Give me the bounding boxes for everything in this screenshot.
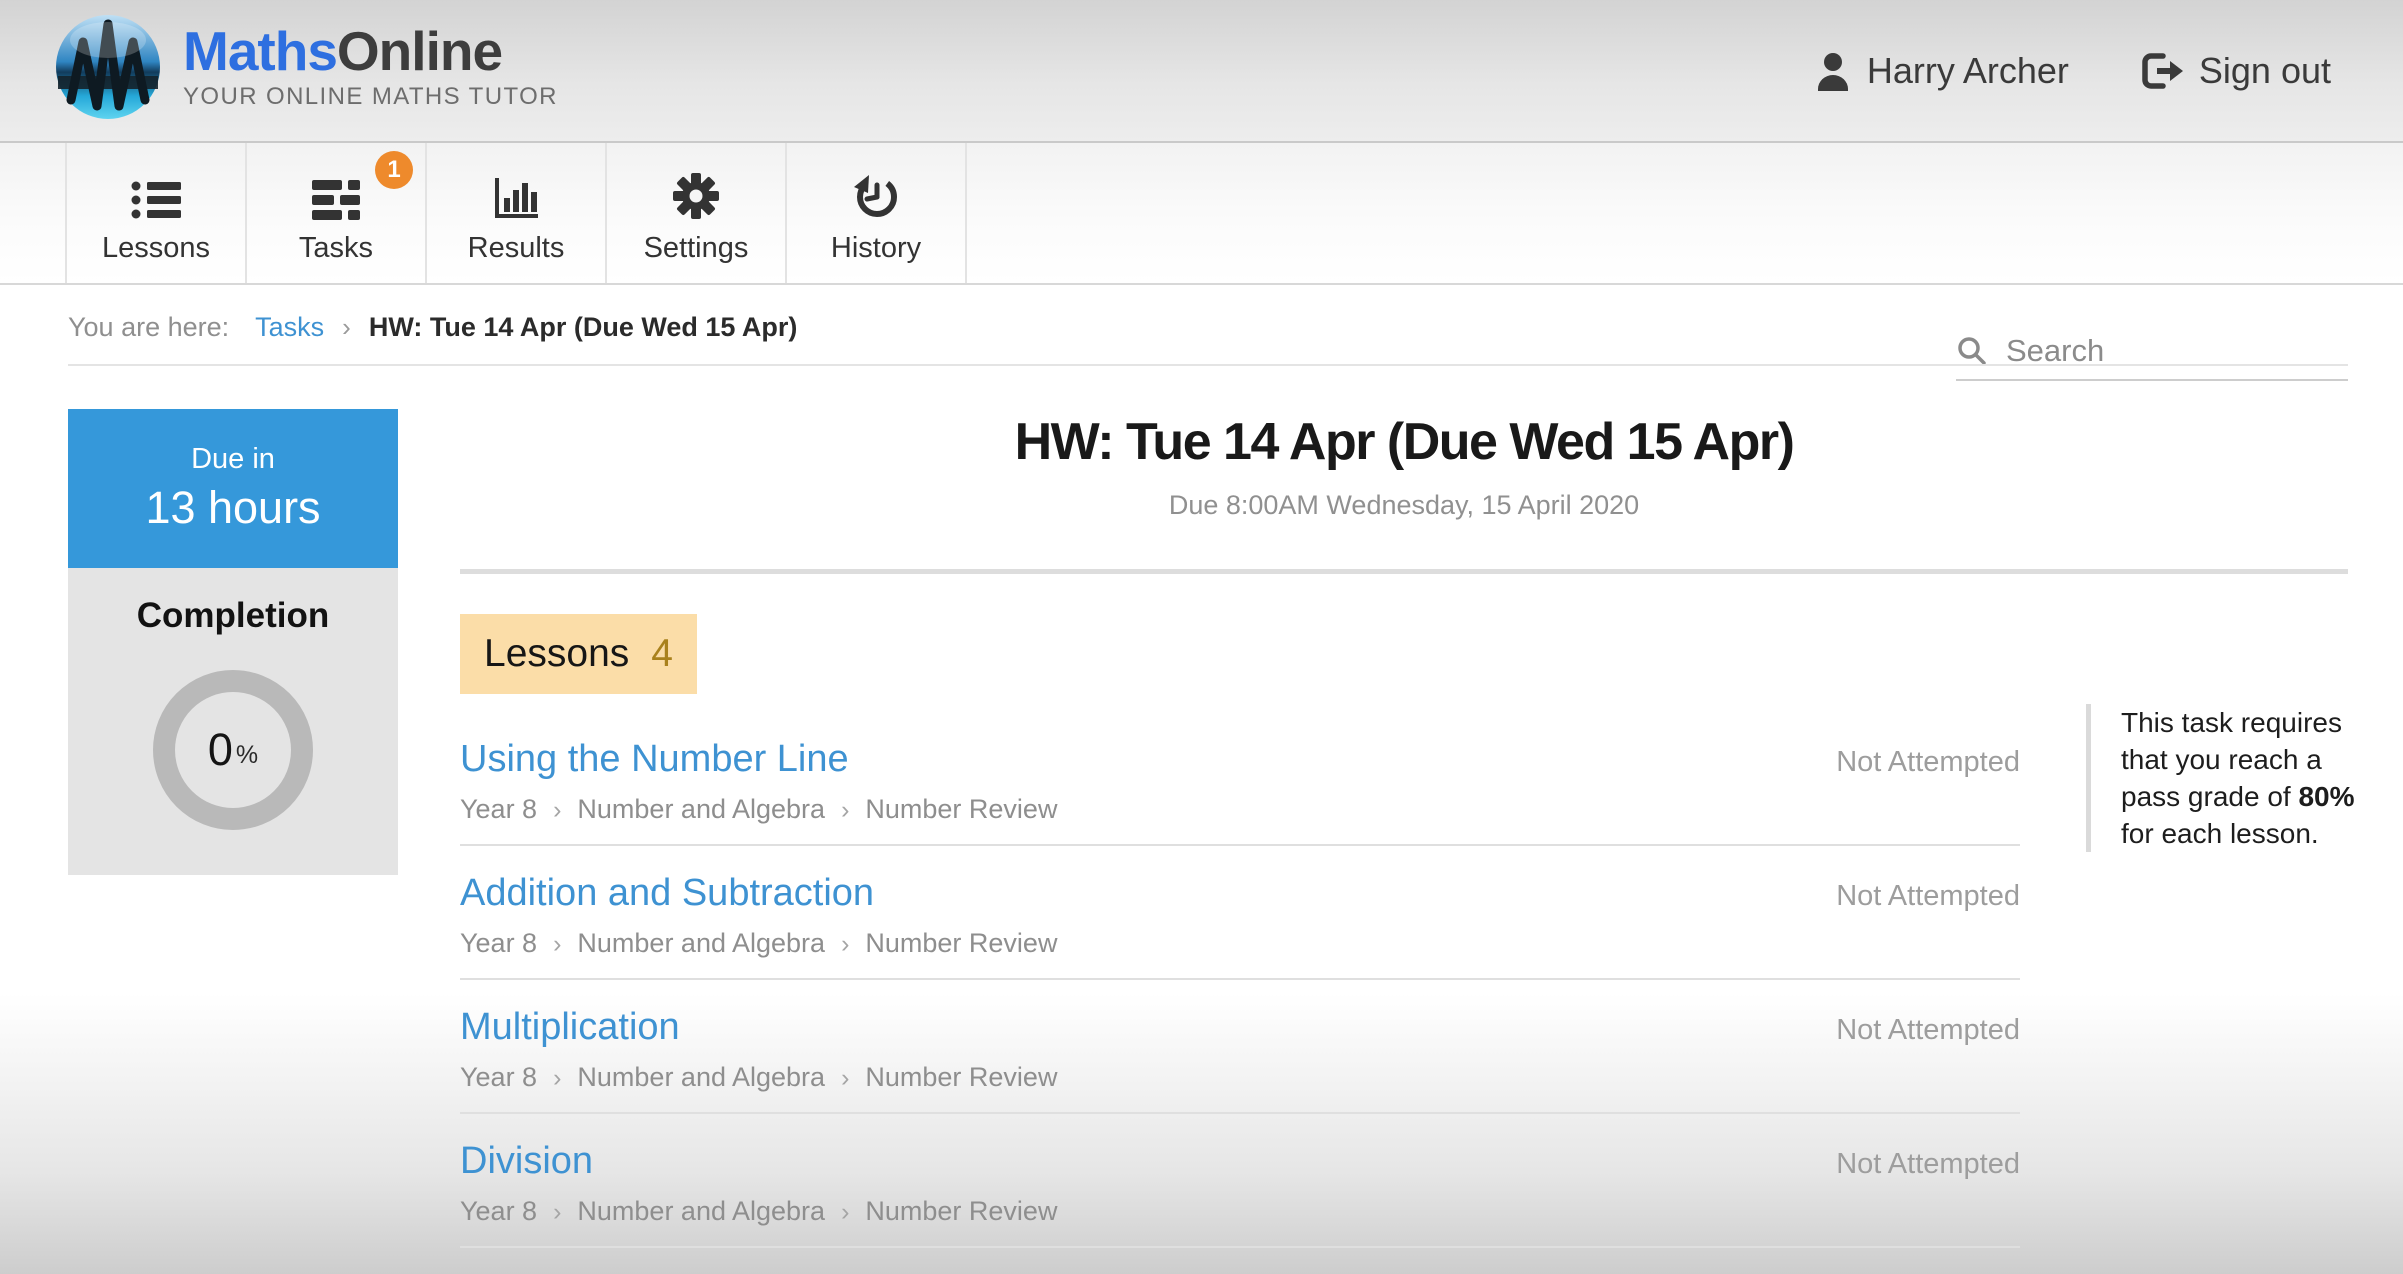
lesson-path-strand: Number and Algebra [577,1196,825,1227]
lesson-status: Not Attempted [1836,746,2020,779]
top-header: MathsOnline YOUR ONLINE MATHS TUTOR Harr… [0,0,2403,141]
lesson-status: Not Attempted [1836,1014,2020,1047]
lesson-path-topic: Number Review [865,794,1057,825]
lesson-path-topic: Number Review [865,1196,1057,1227]
lesson-row: Addition and Subtraction Not Attempted Y… [460,846,2020,980]
user-name: Harry Archer [1867,50,2069,92]
due-label: Due in [191,443,275,476]
logo-pulse-icon [55,14,161,120]
search-box [1956,332,2348,381]
completion-donut: 0 % [153,670,313,830]
nav-label-lessons: Lessons [102,232,210,265]
lesson-path-level: Year 8 [460,794,537,825]
nav-label-history: History [831,232,921,265]
nav-item-tasks[interactable]: 1 Tasks [245,143,425,283]
lesson-link[interactable]: Division [460,1140,593,1183]
title-divider [460,569,2348,574]
note-pass-grade: 80% [2298,781,2354,812]
sign-out-button[interactable]: Sign out [2139,50,2331,92]
brand-logo[interactable]: MathsOnline YOUR ONLINE MATHS TUTOR [55,14,558,120]
path-chevron-icon: › [841,1198,849,1227]
lesson-link[interactable]: Using the Number Line [460,738,849,781]
user-icon [1815,51,1851,91]
brand-online: Online [337,20,502,82]
path-chevron-icon: › [553,796,561,825]
due-value: 13 hours [145,482,320,534]
nav-label-settings: Settings [644,232,749,265]
breadcrumb-current: HW: Tue 14 Apr (Due Wed 15 Apr) [369,312,798,343]
history-clock-icon [852,164,900,220]
due-panel: Due in 13 hours [68,409,398,568]
lesson-path-level: Year 8 [460,928,537,959]
completion-label: Completion [68,568,398,636]
breadcrumb-prefix: You are here: [68,312,229,343]
completion-panel: Completion 0 % [68,568,398,875]
lesson-link[interactable]: Multiplication [460,1006,680,1049]
path-chevron-icon: › [553,1198,561,1227]
nav-item-history[interactable]: History [785,143,967,283]
pass-grade-note: This task requires that you reach a pass… [2086,704,2359,852]
lesson-link[interactable]: Addition and Subtraction [460,872,874,915]
breadcrumb: You are here: Tasks › HW: Tue 14 Apr (Du… [68,312,797,343]
brand-text: MathsOnline YOUR ONLINE MATHS TUTOR [183,23,558,112]
note-text-after: for each lesson. [2121,818,2319,849]
completion-unit: % [236,741,258,770]
lesson-status: Not Attempted [1836,1148,2020,1181]
lesson-status: Not Attempted [1836,880,2020,913]
nav-items: Lessons 1 Tasks [65,143,967,283]
main-nav: Lessons 1 Tasks [0,141,2403,285]
lesson-path-topic: Number Review [865,928,1057,959]
breadcrumb-tasks-link[interactable]: Tasks [255,312,324,343]
brand-tagline: YOUR ONLINE MATHS TUTOR [183,83,558,111]
lesson-path: Year 8 › Number and Algebra › Number Rev… [460,794,2020,825]
lesson-path: Year 8 › Number and Algebra › Number Rev… [460,1196,2020,1227]
tasks-count-badge: 1 [375,151,413,189]
lesson-path-level: Year 8 [460,1196,537,1227]
path-chevron-icon: › [553,1064,561,1093]
task-sidebar: Due in 13 hours Completion 0 % [68,409,398,875]
user-area: Harry Archer Sign out [1815,0,2331,141]
lessons-section-badge: Lessons 4 [460,614,697,694]
lesson-row: Multiplication Not Attempted Year 8 › Nu… [460,980,2020,1114]
sign-out-icon [2139,51,2185,91]
lesson-list: Using the Number Line Not Attempted Year… [460,712,2020,1248]
path-chevron-icon: › [841,1064,849,1093]
lessons-list-icon [131,164,181,220]
path-chevron-icon: › [841,930,849,959]
nav-item-settings[interactable]: Settings [605,143,785,283]
nav-item-results[interactable]: Results [425,143,605,283]
lessons-section-label: Lessons [484,632,629,676]
sign-out-label: Sign out [2199,50,2331,92]
breadcrumb-chevron-icon: › [342,312,351,343]
nav-item-lessons[interactable]: Lessons [65,143,245,283]
lesson-row: Division Not Attempted Year 8 › Number a… [460,1114,2020,1248]
lesson-path: Year 8 › Number and Algebra › Number Rev… [460,928,2020,959]
lesson-path-strand: Number and Algebra [577,928,825,959]
tasks-icon [312,164,360,220]
lesson-path-level: Year 8 [460,1062,537,1093]
path-chevron-icon: › [841,796,849,825]
results-chart-icon [492,164,540,220]
nav-label-tasks: Tasks [299,232,373,265]
lesson-path-strand: Number and Algebra [577,794,825,825]
brand-maths: Maths [183,20,337,82]
gear-icon [672,164,720,220]
task-due-text: Due 8:00AM Wednesday, 15 April 2020 [460,490,2348,521]
page: MathsOnline YOUR ONLINE MATHS TUTOR Harr… [0,0,2403,1274]
page-title: HW: Tue 14 Apr (Due Wed 15 Apr) [460,412,2348,472]
lesson-row: Using the Number Line Not Attempted Year… [460,712,2020,846]
lesson-path-strand: Number and Algebra [577,1062,825,1093]
path-chevron-icon: › [553,930,561,959]
lessons-section-count: 4 [651,632,673,676]
search-icon[interactable] [1956,335,1988,367]
completion-value: 0 [208,724,233,776]
breadcrumb-divider [68,364,2348,366]
lesson-path: Year 8 › Number and Algebra › Number Rev… [460,1062,2020,1093]
nav-label-results: Results [468,232,565,265]
lesson-path-topic: Number Review [865,1062,1057,1093]
